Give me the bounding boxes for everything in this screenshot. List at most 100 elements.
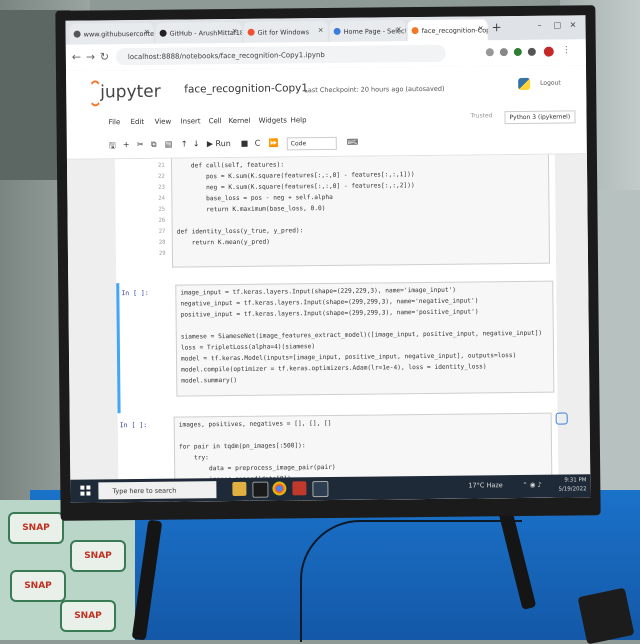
more-icon[interactable]: ⋮ <box>562 45 571 55</box>
code-line: model = tf.keras.Model(inputs=[image_inp… <box>181 352 517 363</box>
app-icon[interactable] <box>312 481 329 498</box>
windows-start-icon[interactable] <box>80 485 91 496</box>
menu-view[interactable]: View <box>155 118 172 126</box>
close-icon[interactable]: × <box>318 26 324 34</box>
extensions-icon[interactable] <box>527 47 536 56</box>
menu-kernel[interactable]: Kernel <box>229 117 251 125</box>
line-number: 21 <box>157 162 165 169</box>
minimize-icon[interactable]: – <box>538 21 542 30</box>
cell-type-select[interactable]: Code <box>286 136 337 151</box>
add-cell-icon[interactable]: + <box>123 140 130 149</box>
jupyter-icon <box>411 27 419 35</box>
code-cell[interactable]: In [ ]: images, positives, negatives = [… <box>118 411 559 503</box>
menu-edit[interactable]: Edit <box>131 118 145 126</box>
browser-tab[interactable]: Git for Windows × <box>243 20 328 43</box>
tab-label: Git for Windows <box>257 27 310 37</box>
box-label: SNAP <box>8 512 64 544</box>
back-icon[interactable]: ← <box>72 51 81 64</box>
tv-remote <box>577 587 635 644</box>
code-line: positive_input = tf.keras.layers.Input(s… <box>180 308 479 319</box>
close-icon[interactable]: × <box>478 24 484 32</box>
app-icon[interactable] <box>292 481 307 496</box>
jupyter-logo[interactable]: jupyter <box>100 82 161 103</box>
file-explorer-icon[interactable] <box>232 481 247 497</box>
menu-file[interactable]: File <box>109 118 121 126</box>
code-cell[interactable]: 21 def call(self, features): 22 pos = K.s… <box>115 154 556 272</box>
github-icon <box>159 29 167 37</box>
code-line: model.summary() <box>181 376 238 385</box>
line-number: 23 <box>158 184 165 191</box>
tray-icons[interactable]: ⌃ ◉ ♪ <box>522 481 541 489</box>
share-icon[interactable] <box>485 48 494 57</box>
line-number: 29 <box>158 250 166 257</box>
menu-insert[interactable]: Insert <box>181 117 201 125</box>
code-line: model.compile(optimizer = tf.keras.optim… <box>181 363 487 374</box>
copy-icon[interactable]: ⧉ <box>151 140 157 150</box>
taskbar-clock[interactable]: 9:31 PM 5/19/2022 <box>558 476 586 494</box>
extension-icon[interactable] <box>513 47 522 57</box>
cell-input[interactable]: image_input = tf.keras.layers.Input(shap… <box>175 280 555 397</box>
keyboard-icon[interactable]: ⌨ <box>347 138 359 147</box>
browser-tab-active[interactable]: face_recognition-Copy1 × <box>407 19 488 42</box>
taskbar-search[interactable]: Type here to search <box>98 481 217 500</box>
close-icon[interactable]: × <box>144 28 150 36</box>
code-line: def identity_loss(y_true, y_pred): <box>176 227 304 236</box>
url-field[interactable]: localhost:8888/notebooks/face_recognitio… <box>115 44 446 66</box>
cut-icon[interactable]: ✂ <box>137 140 144 149</box>
paste-icon[interactable]: ▤ <box>165 140 173 149</box>
menu-widgets[interactable]: Widgets <box>259 116 287 124</box>
logout-button[interactable]: Logout <box>540 80 561 87</box>
run-button[interactable]: ▶ Run <box>207 139 231 148</box>
line-number: 25 <box>158 206 166 213</box>
weather-widget[interactable]: 17°C Haze <box>468 481 503 489</box>
code-block: images, positives, negatives = [], [], [… <box>175 414 551 503</box>
new-tab-button[interactable]: + <box>492 20 502 34</box>
url-text: localhost:8888/notebooks/face_recognitio… <box>127 50 325 61</box>
menu-bar: File Edit View Insert Cell Kernel Widget… <box>66 109 586 134</box>
restart-run-icon[interactable]: ⏩ <box>269 139 279 148</box>
avatar[interactable] <box>543 46 554 57</box>
browser-tab[interactable]: www.githubusercontent... × <box>69 22 154 45</box>
line-number: 22 <box>158 173 165 180</box>
code-line: try: <box>179 454 209 462</box>
move-up-icon[interactable]: ↑ <box>181 139 188 148</box>
cardboard-boxes: SNAP SNAP SNAP SNAP <box>0 500 135 640</box>
cell-prompt: In [ ]: <box>119 420 148 430</box>
stop-icon[interactable]: ■ <box>241 139 249 148</box>
notebook-title[interactable]: face_recognition-Copy1 <box>184 82 308 95</box>
trusted-indicator[interactable]: Trusted <box>470 112 492 119</box>
chrome-icon[interactable] <box>272 481 287 496</box>
code-line: return K.mean(y_pred) <box>176 238 270 247</box>
page-icon <box>333 27 341 35</box>
code-cell-selected[interactable]: In [ ]: image_input = tf.keras.layers.In… <box>116 278 561 414</box>
code-line: negative_input = tf.keras.layers.Input(s… <box>180 297 479 308</box>
code-line: for pair in tqdm(pn_images[:500]): <box>178 442 306 451</box>
cell-input[interactable]: 21 def call(self, features): 22 pos = K.s… <box>158 154 551 268</box>
browser-tab[interactable]: GitHub - ArushMittal1811... × <box>155 21 242 44</box>
browser-tab[interactable]: Home Page - Select or c... × <box>329 20 406 42</box>
save-icon[interactable]: 🖫 <box>109 140 116 154</box>
close-window-icon[interactable]: ✕ <box>570 20 577 29</box>
menu-help[interactable]: Help <box>291 116 307 124</box>
forward-icon[interactable]: → <box>86 50 95 63</box>
line-number: 28 <box>158 239 166 246</box>
close-icon[interactable]: × <box>232 27 238 35</box>
jupyter-header: jupyter face_recognition-Copy1 Last Chec… <box>66 65 587 113</box>
checkpoint-status: Last Checkpoint: 20 hours ago (autosaved… <box>304 84 445 95</box>
restart-icon[interactable]: C <box>255 139 261 148</box>
cell-prompt: In [ ]: <box>121 288 149 298</box>
code-line: data = preprocess_image_pair(pair) <box>179 463 336 473</box>
code-line: images, positives, negatives = [], [], [… <box>178 419 332 429</box>
code-line: neg = K.sum(K.square(features[:,:,0] - f… <box>176 182 415 192</box>
star-icon[interactable] <box>499 48 508 57</box>
close-icon[interactable]: × <box>396 25 402 33</box>
reload-icon[interactable]: ↻ <box>100 50 109 63</box>
scroll-marker-icon[interactable] <box>555 412 568 425</box>
maximize-icon[interactable]: □ <box>554 21 562 30</box>
task-view-icon[interactable] <box>252 481 269 498</box>
code-line: pos = K.sum(K.square(features[:,:,0] - f… <box>176 171 415 181</box>
code-line: siamese = SiameseNet(image_features_extr… <box>180 329 543 341</box>
move-down-icon[interactable]: ↓ <box>193 139 200 148</box>
line-number: 24 <box>158 195 166 202</box>
menu-cell[interactable]: Cell <box>209 117 222 125</box>
